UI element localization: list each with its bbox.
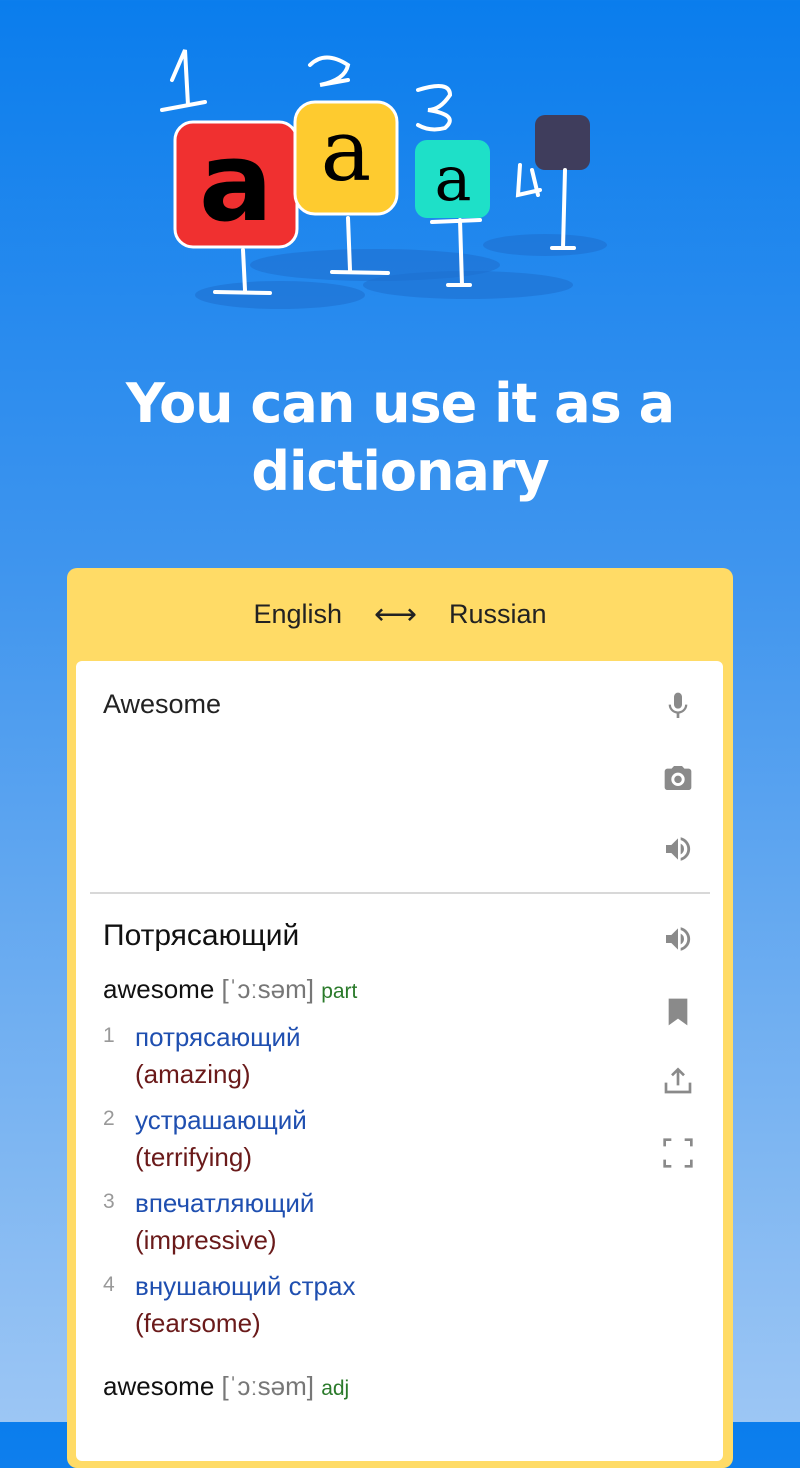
svg-text:a: a <box>199 118 273 246</box>
svg-text:a: a <box>435 142 472 215</box>
entry-header: awesome [ˈɔːsəm] adj <box>103 1371 349 1402</box>
meaning-english: (impressive) <box>135 1225 277 1255</box>
meaning-russian[interactable]: устрашающий <box>135 1105 307 1136</box>
fullscreen-icon[interactable] <box>662 1137 694 1169</box>
dictionary-card: English ⟷ Russian Awesome Потрясающий aw… <box>67 568 733 1468</box>
divider <box>90 892 710 894</box>
meaning-english: (amazing) <box>135 1059 251 1089</box>
meaning-number: 1 <box>103 1024 115 1047</box>
source-text-input[interactable]: Awesome <box>103 689 221 720</box>
translation-panel: Awesome Потрясающий awesome [ˈɔːsəm] par… <box>76 661 723 1461</box>
swap-arrows-icon[interactable]: ⟷ <box>374 597 417 632</box>
entry-word: awesome <box>103 974 215 1004</box>
entry-word: awesome <box>103 1371 215 1401</box>
meaning-english: (fearsome) <box>135 1308 261 1338</box>
main-translation: Потрясающий <box>103 919 300 952</box>
speaker-icon[interactable] <box>662 833 694 865</box>
entry-header: awesome [ˈɔːsəm] part <box>103 974 357 1005</box>
svg-text:a: a <box>321 102 372 201</box>
meaning-english: (terrifying) <box>135 1142 253 1172</box>
entry-pos: part <box>321 980 358 1003</box>
meaning-russian[interactable]: внушающий страх <box>135 1271 355 1302</box>
page-headline: You can use it as a dictionary <box>125 372 675 503</box>
language-bar: English ⟷ Russian <box>67 568 733 661</box>
microphone-icon[interactable] <box>662 690 694 722</box>
camera-icon[interactable] <box>662 762 694 794</box>
meaning-number: 2 <box>103 1107 115 1130</box>
meaning-russian[interactable]: впечатляющий <box>135 1188 314 1219</box>
source-language-button[interactable]: English <box>253 599 342 630</box>
target-language-button[interactable]: Russian <box>449 599 547 630</box>
meaning-number: 3 <box>103 1190 115 1213</box>
dictionary-illustration: a a a <box>160 49 607 309</box>
translation-speaker-icon[interactable] <box>662 923 694 955</box>
bookmark-icon[interactable] <box>662 996 694 1028</box>
meaning-number: 4 <box>103 1273 115 1296</box>
entry-pos: adj <box>321 1377 350 1400</box>
meaning-russian[interactable]: потрясающий <box>135 1022 301 1053</box>
share-icon[interactable] <box>662 1064 694 1096</box>
entry-transcription: [ˈɔːsəm] <box>221 1371 314 1401</box>
entry-transcription: [ˈɔːsəm] <box>221 974 314 1004</box>
